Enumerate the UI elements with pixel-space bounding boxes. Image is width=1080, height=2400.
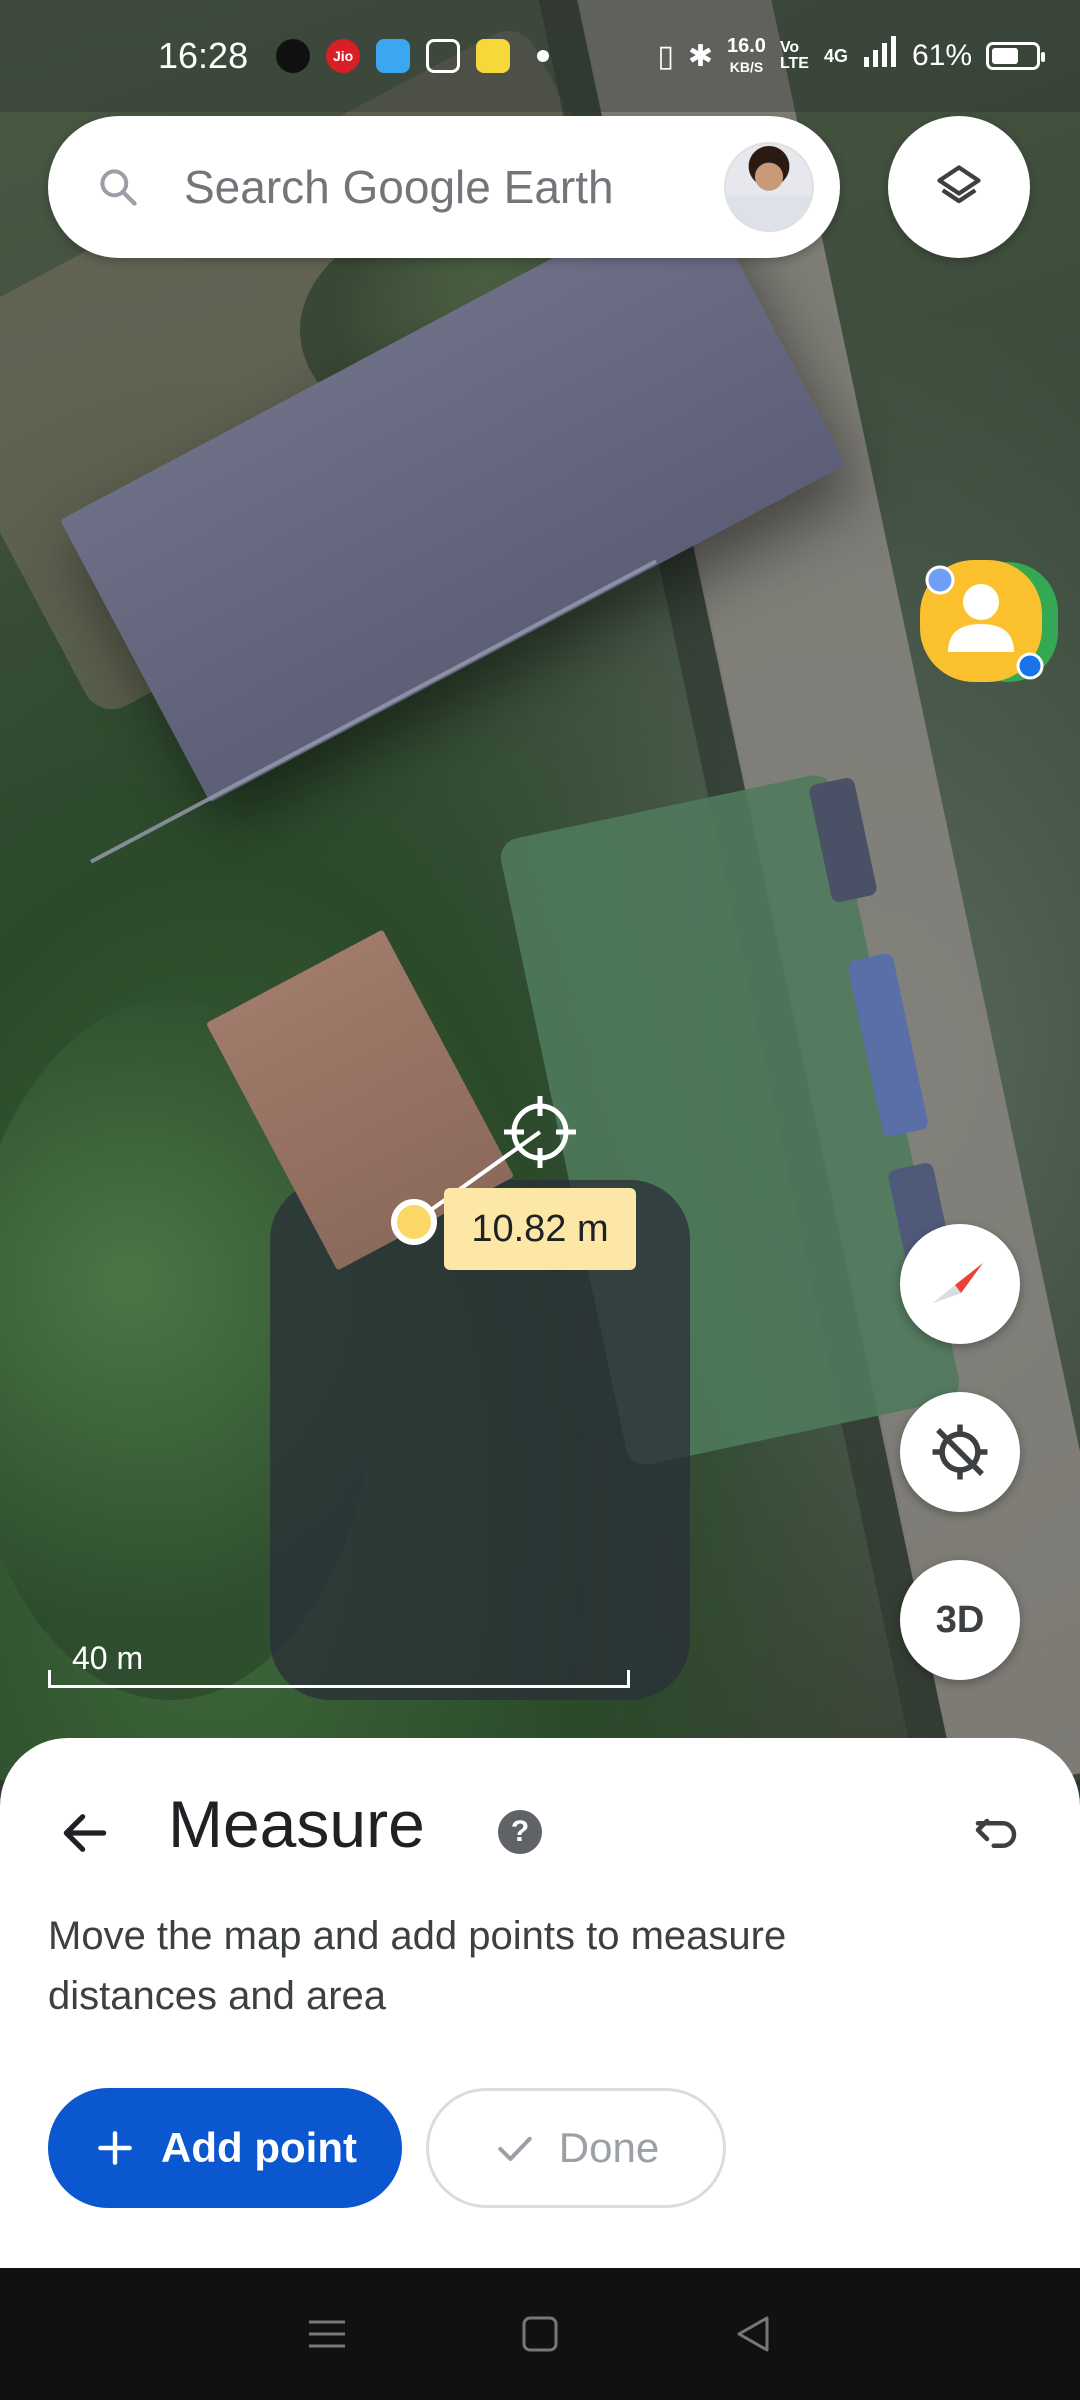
system-nav-bar (0, 2268, 1080, 2400)
status-time: 16:28 (158, 35, 249, 76)
menu-icon (308, 2320, 345, 2348)
undo-button[interactable] (966, 1800, 1026, 1860)
my-location-button[interactable] (900, 1392, 1020, 1512)
vibrate-icon: ▯ (657, 39, 674, 73)
measure-description: Move the map and add points to measure d… (48, 1914, 787, 2018)
satellite-map[interactable] (0, 0, 1080, 1780)
home-square-icon (522, 2316, 558, 2352)
measure-point (391, 1199, 437, 1245)
nav-back-button[interactable] (723, 2304, 783, 2364)
pegman-button[interactable] (918, 556, 1062, 686)
map-scale: 40 m (48, 1640, 630, 1688)
notification-icons: Jio (276, 39, 560, 73)
status-indicators: ▯ ✱ 16.0 KB/S Vo LTE 4G 61% (657, 35, 1045, 77)
net-speed-value: 16.0 (727, 34, 766, 57)
battery-percent: 61% (911, 39, 972, 72)
undo-icon (975, 1818, 1017, 1848)
distance-label: 10.82 m (444, 1188, 636, 1270)
jio-icon: Jio (326, 39, 361, 73)
add-point-button[interactable]: Add point (48, 2088, 402, 2208)
scale-bar (48, 1670, 630, 1688)
sheet-title: Measure (168, 1787, 425, 1861)
volte-label: Vo LTE (779, 39, 809, 72)
compass-icon (933, 1263, 983, 1303)
app-icon (376, 39, 411, 73)
layers-icon (937, 165, 981, 204)
bluetooth-icon: ✱ (687, 39, 713, 73)
network-speed: 16.0 KB/S (727, 36, 766, 77)
network-type: 4G (823, 45, 848, 66)
battery-level (992, 48, 1018, 64)
3d-toggle-button[interactable]: 3D (900, 1560, 1020, 1680)
check-icon (498, 2136, 532, 2162)
layers-button[interactable] (888, 116, 1030, 258)
measure-overlay (391, 1096, 576, 1245)
compass-button[interactable] (900, 1224, 1020, 1344)
measure-sheet: Measure ? Move the map and add points to… (0, 1738, 1080, 2268)
app-yellow-icon (476, 39, 511, 73)
battery-icon (986, 42, 1045, 70)
nav-home-button[interactable] (510, 2304, 570, 2364)
nav-menu-button[interactable] (297, 2304, 357, 2364)
add-point-label: Add point (161, 2124, 357, 2171)
pegman-icon (920, 560, 1058, 682)
account-avatar[interactable] (724, 142, 814, 232)
net-speed-unit: KB/S (729, 58, 764, 75)
back-arrow-icon (63, 1814, 107, 1852)
calculator-icon (426, 39, 461, 73)
search-icon (100, 169, 137, 206)
dot-icon (526, 39, 560, 73)
help-icon[interactable]: ? (498, 1810, 542, 1854)
back-button[interactable] (50, 1798, 120, 1868)
search-input[interactable]: Search Google Earth (184, 160, 724, 214)
chat-bubble-icon (276, 39, 311, 73)
plus-icon (98, 2131, 132, 2165)
back-triangle-icon (737, 2316, 769, 2352)
done-label: Done (558, 2124, 660, 2171)
done-button[interactable]: Done (426, 2088, 726, 2208)
location-disabled-icon (932, 1424, 988, 1480)
signal-icon (862, 35, 898, 77)
status-bar: 16:28 Jio ▯ ✱ 16.0 KB/S Vo LTE 4G 61% (0, 0, 1080, 112)
search-bar[interactable]: Search Google Earth (48, 116, 840, 258)
